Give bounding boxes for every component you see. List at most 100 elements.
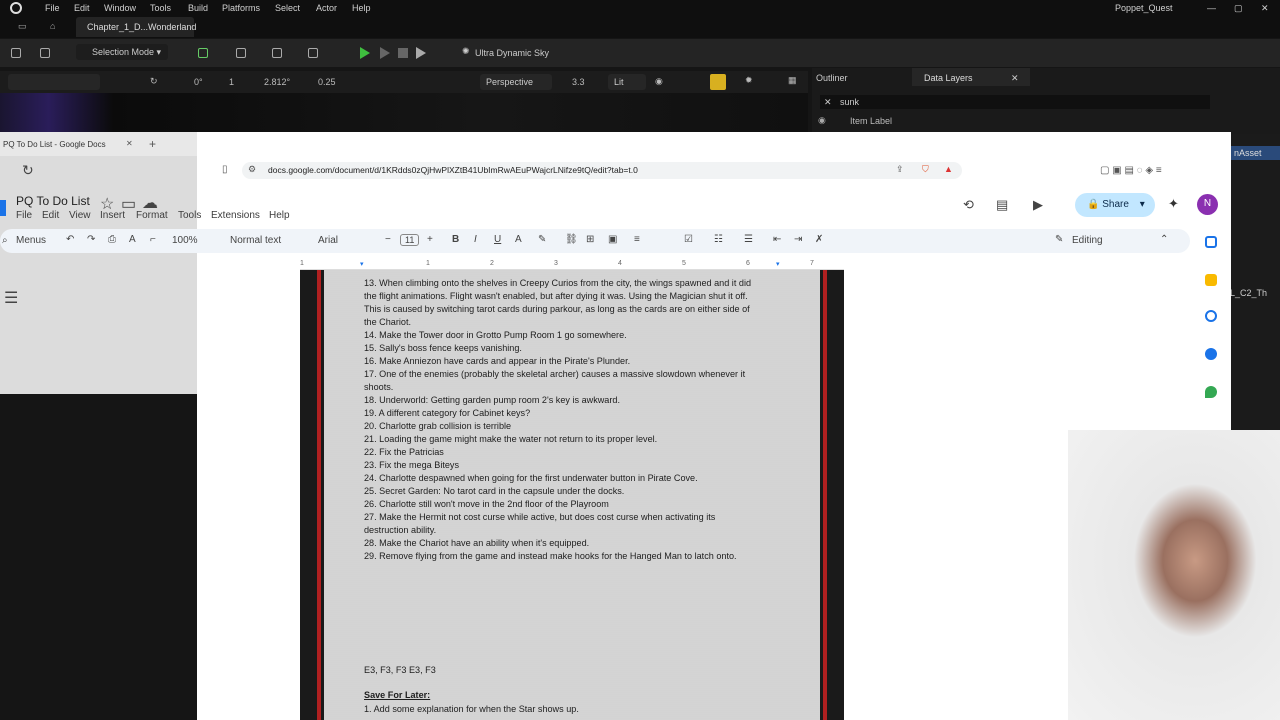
clear-search-icon[interactable]: ✕ (824, 97, 832, 108)
link-icon[interactable]: ⛓ (565, 234, 578, 245)
menu-extensions[interactable]: Extensions (211, 210, 260, 221)
tab-close-icon[interactable]: ✕ (126, 139, 133, 148)
share-page-icon[interactable]: ⇪ (896, 164, 904, 175)
grid-snap-value[interactable]: 1 (229, 77, 234, 87)
content-browser-icon[interactable] (40, 48, 50, 58)
brave-shield-icon[interactable]: ⛉ (922, 164, 929, 175)
zoom-dropdown[interactable]: 100% (172, 235, 198, 246)
account-avatar[interactable]: N (1197, 194, 1218, 215)
style-dropdown[interactable]: Normal text (230, 235, 281, 246)
blueprint-icon[interactable] (236, 48, 246, 58)
meet-icon[interactable]: ▶ (1033, 197, 1043, 213)
simulate-icon[interactable] (380, 47, 390, 59)
browser-tab[interactable]: PQ To Do List - Google Docs ✕ (0, 134, 140, 156)
outliner-search[interactable]: sunk (820, 95, 1210, 109)
menus-search[interactable]: Menus (16, 235, 46, 246)
minimize-icon[interactable]: — (1207, 3, 1216, 13)
lit-dropdown[interactable]: Lit (608, 74, 646, 90)
gemini-icon[interactable]: ✦ (1168, 196, 1179, 212)
text-color-icon[interactable]: A (515, 234, 522, 245)
editing-mode-dropdown[interactable]: Editing (1072, 235, 1103, 246)
indent-decrease-icon[interactable]: ⇤ (773, 234, 781, 245)
launch-icon[interactable] (416, 47, 426, 59)
redo-icon[interactable]: ↷ (87, 234, 95, 245)
menu-insert[interactable]: Insert (100, 210, 125, 221)
scale-snap-value[interactable]: 0.25 (318, 77, 336, 87)
folder-icon[interactable]: ▭ (18, 21, 27, 32)
menu-view[interactable]: View (69, 210, 91, 221)
history-icon[interactable]: ⟲ (963, 197, 974, 213)
settings-icon[interactable]: ✹ (745, 75, 753, 86)
keep-icon[interactable] (1205, 274, 1217, 286)
image-icon[interactable]: ▣ (608, 234, 617, 245)
build-icon[interactable] (308, 48, 318, 58)
tasks-icon[interactable] (1205, 310, 1217, 322)
menu-tools[interactable]: Tools (178, 210, 201, 221)
search-menus-icon[interactable]: ⌕ (2, 235, 8, 246)
share-button[interactable]: 🔒 Share ▾ (1075, 193, 1155, 217)
new-tab-icon[interactable]: + (149, 137, 156, 151)
bold-icon[interactable]: B (452, 234, 459, 245)
right-indent-marker[interactable]: ▾ (776, 260, 780, 268)
undo-icon[interactable]: ↶ (66, 234, 74, 245)
contacts-icon[interactable] (1205, 348, 1217, 360)
camera-speed-value[interactable]: 3.3 (572, 77, 585, 87)
ue-menu-help[interactable]: Help (352, 3, 371, 13)
font-dropdown[interactable]: Arial (318, 235, 338, 246)
highlight-icon[interactable]: ✎ (538, 234, 546, 245)
add-actor-icon[interactable] (198, 48, 208, 58)
collapse-icon[interactable]: ⌃ (1160, 234, 1168, 245)
layout-icon[interactable]: ▦ (788, 75, 797, 86)
play-icon[interactable] (360, 47, 370, 59)
bookmark-icon[interactable]: ▯ (222, 164, 228, 175)
doc-title[interactable]: PQ To Do List (16, 194, 90, 208)
ue-menu-edit[interactable]: Edit (74, 3, 90, 13)
document-page[interactable]: 13. When climbing onto the shelves in Cr… (300, 270, 844, 720)
decrease-size-icon[interactable]: − (385, 234, 391, 245)
transform-tools[interactable] (8, 74, 100, 90)
maximize-icon[interactable]: ▢ (1234, 3, 1243, 14)
paint-format-icon[interactable]: ⌐ (150, 234, 156, 245)
rewards-icon[interactable]: ▲ (944, 164, 953, 174)
menu-help[interactable]: Help (269, 210, 290, 221)
selection-mode-dropdown[interactable]: Selection Mode ▾ (76, 44, 168, 60)
print-icon[interactable]: ⎙ (108, 234, 116, 245)
comments-icon[interactable]: ▤ (996, 197, 1008, 213)
maps-icon[interactable] (1205, 386, 1217, 398)
ue-menu-platforms[interactable]: Platforms (222, 3, 260, 13)
sky-dropdown[interactable]: Ultra Dynamic Sky (475, 48, 549, 58)
reload-icon[interactable]: ↻ (22, 162, 34, 179)
left-indent-marker[interactable]: ▾ (360, 260, 364, 268)
show-flags-icon[interactable]: ◉ (655, 76, 663, 87)
comment-icon[interactable]: ⊞ (586, 234, 594, 245)
ue-menu-select[interactable]: Select (275, 3, 300, 13)
indent-increase-icon[interactable]: ⇥ (794, 234, 802, 245)
font-size-input[interactable]: 11 (400, 234, 420, 246)
level-viewport[interactable] (0, 93, 808, 133)
data-layers-close-icon[interactable]: ✕ (1011, 73, 1019, 84)
menu-edit[interactable]: Edit (42, 210, 59, 221)
bullet-list-icon[interactable]: ☷ (714, 234, 723, 245)
menu-file[interactable]: File (16, 210, 32, 221)
checklist-icon[interactable]: ☑ (684, 234, 693, 245)
cinematics-icon[interactable] (272, 48, 282, 58)
address-bar[interactable]: ⚙ docs.google.com/document/d/1KRdds0zQjH… (242, 162, 962, 179)
save-icon[interactable] (11, 48, 21, 58)
numbered-list-icon[interactable]: ☰ (744, 234, 753, 245)
site-info-icon[interactable]: ⚙ (248, 164, 256, 175)
increase-size-icon[interactable]: + (427, 234, 433, 245)
outliner-tab[interactable]: Outliner (816, 73, 848, 83)
extensions-icons[interactable]: ▢ ▣ ▤ ◌ ◈ ≡ (1100, 165, 1162, 176)
close-icon[interactable]: ✕ (1261, 3, 1269, 14)
calendar-icon[interactable] (1205, 236, 1217, 248)
ue-menu-actor[interactable]: Actor (316, 3, 337, 13)
ue-menu-window[interactable]: Window (104, 3, 136, 13)
outline-icon[interactable]: ☰ (4, 288, 18, 308)
rotate-snap-icon[interactable]: ↻ (150, 76, 158, 87)
italic-icon[interactable]: I (474, 234, 477, 245)
perspective-dropdown[interactable]: Perspective (480, 74, 552, 90)
ue-logo-icon[interactable] (10, 2, 22, 14)
underline-icon[interactable]: U (494, 234, 501, 245)
angle-snap-value[interactable]: 2.812° (264, 77, 290, 87)
align-icon[interactable]: ≡ (634, 234, 640, 245)
